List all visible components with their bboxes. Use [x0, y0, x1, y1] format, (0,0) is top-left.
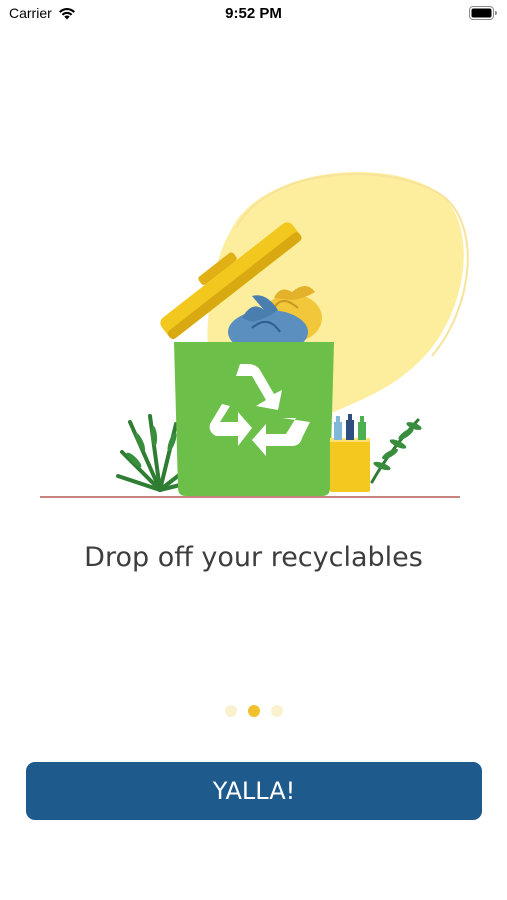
page-indicator[interactable]	[0, 705, 507, 717]
status-time: 9:52 PM	[225, 5, 282, 22]
recycling-bin-illustration	[40, 171, 469, 498]
right-plant-leaves	[373, 422, 422, 471]
page-dot-3[interactable]	[270, 705, 283, 717]
bottle-box	[330, 414, 370, 492]
status-bar: Carrier 9:52 PM	[0, 0, 507, 28]
page-dot-1[interactable]	[224, 705, 237, 717]
yalla-button[interactable]: YALLA!	[26, 762, 482, 820]
onboarding-caption: Drop off your recyclables	[84, 542, 423, 573]
battery-icon	[469, 6, 497, 20]
page-dot-2[interactable]	[247, 705, 260, 717]
